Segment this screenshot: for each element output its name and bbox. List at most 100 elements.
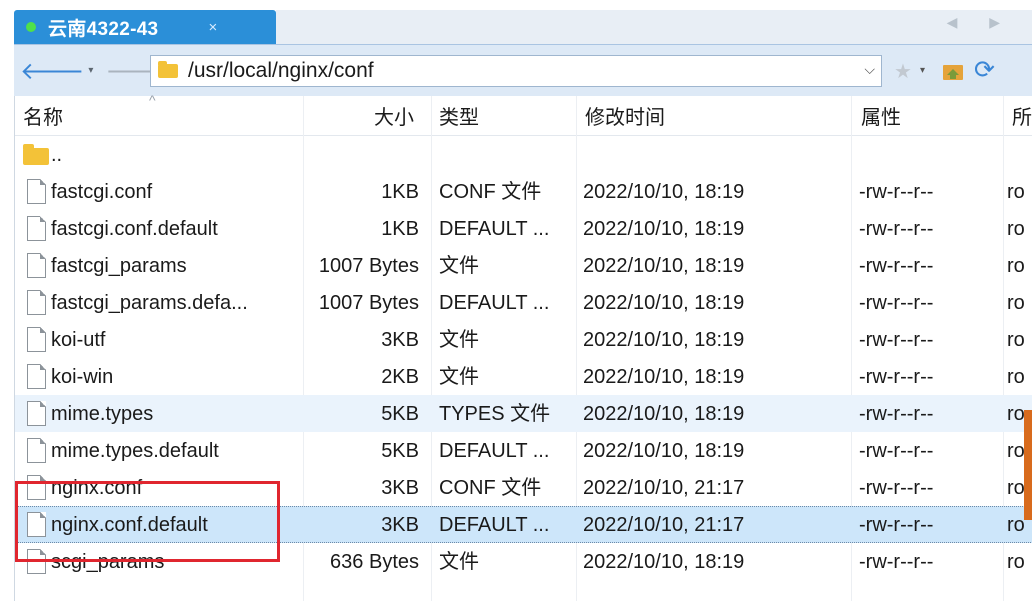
file-size: 3KB: [381, 477, 419, 499]
file-modified-time: 2022/10/10, 21:17: [583, 514, 745, 536]
column-header-owner[interactable]: 所: [1012, 96, 1032, 136]
file-row[interactable]: mime.types.default 5KB DEFAULT ... 2022/10/…: [15, 432, 1032, 469]
file-owner: ro: [1007, 181, 1025, 203]
file-icon: [27, 216, 46, 241]
file-name: nginx.conf: [51, 477, 143, 499]
file-modified-time: 2022/10/10, 21:17: [583, 477, 745, 499]
file-permissions: -rw-r--r--: [859, 218, 934, 240]
column-header-size[interactable]: 大小: [374, 96, 414, 136]
file-modified-time: 2022/10/10, 18:19: [583, 292, 745, 314]
column-header-modified[interactable]: 修改时间: [585, 96, 665, 136]
home-folder-icon[interactable]: [942, 61, 964, 81]
file-owner: ro: [1007, 551, 1025, 573]
refresh-icon[interactable]: ⟳: [974, 55, 995, 85]
column-header-type[interactable]: 类型: [439, 96, 479, 136]
file-icon: [27, 364, 46, 389]
path-bar[interactable]: ⌵: [150, 55, 882, 87]
file-modified-time: 2022/10/10, 18:19: [583, 403, 745, 425]
file-modified-time: 2022/10/10, 18:19: [583, 329, 745, 351]
file-size: 3KB: [381, 329, 419, 351]
file-type: CONF 文件: [439, 181, 542, 203]
sort-ascending-icon: ^: [149, 92, 156, 108]
file-row[interactable]: koi-win 2KB 文件 2022/10/10, 18:19 -rw-r--r-- r…: [15, 358, 1032, 395]
file-row[interactable]: koi-utf 3KB 文件 2022/10/10, 18:19 -rw-r--r-- r…: [15, 321, 1032, 358]
file-icon: [27, 549, 46, 574]
file-name: mime.types.default: [51, 440, 219, 462]
column-header-row: 名称 ^ 大小 类型 修改时间 属性 所: [15, 92, 1032, 136]
session-tab[interactable]: 云南4322-43 ×: [14, 10, 276, 44]
file-size: 1007 Bytes: [318, 292, 419, 314]
file-row[interactable]: mime.types 5KB TYPES 文件 2022/10/10, 18:19 -r…: [15, 395, 1032, 432]
file-modified-time: 2022/10/10, 18:19: [583, 366, 745, 388]
file-type: DEFAULT ...: [439, 218, 550, 240]
path-history-dropdown-icon[interactable]: ⌵: [864, 61, 875, 78]
file-owner: [1007, 136, 1032, 173]
file-name: koi-utf: [51, 329, 106, 351]
file-type: DEFAULT ...: [439, 292, 550, 314]
bookmark-chevron-icon[interactable]: ▾: [920, 65, 925, 76]
file-name: nginx.conf.default: [51, 514, 208, 536]
background-window-edge: [1024, 410, 1032, 520]
file-owner: ro: [1007, 255, 1025, 277]
file-name: koi-win: [51, 366, 114, 388]
file-type: TYPES 文件: [439, 403, 551, 425]
file-owner: ro: [1007, 292, 1025, 314]
file-icon: [27, 179, 46, 204]
column-header-name[interactable]: 名称: [23, 96, 63, 136]
file-permissions: -rw-r--r--: [859, 292, 934, 314]
file-row[interactable]: nginx.conf.default 3KB DEFAULT ... 2022/10/…: [15, 506, 1032, 543]
file-modified-time: 2022/10/10, 18:19: [583, 440, 745, 462]
file-row[interactable]: fastcgi_params 1007 Bytes 文件 2022/10/10, 18…: [15, 247, 1032, 284]
file-size: 5KB: [381, 403, 419, 425]
file-icon: [27, 475, 46, 500]
back-history-chevron-icon[interactable]: ▾: [88, 65, 93, 76]
file-modified-time: [583, 136, 845, 173]
path-input[interactable]: [188, 59, 828, 83]
bookmark-star-icon[interactable]: ★: [894, 59, 912, 84]
file-size: 636 Bytes: [330, 551, 419, 573]
file-type: 文件: [439, 255, 479, 277]
file-row[interactable]: scgi_params 636 Bytes 文件 2022/10/10, 18:19 -…: [15, 543, 1032, 580]
file-icon: [27, 327, 46, 352]
file-permissions: -rw-r--r--: [859, 514, 934, 536]
file-type: 文件: [439, 551, 479, 573]
file-permissions: -rw-r--r--: [859, 255, 934, 277]
file-type: 文件: [439, 329, 479, 351]
file-size: 1KB: [381, 181, 419, 203]
column-header-attrs[interactable]: 属性: [861, 96, 901, 136]
file-icon: [27, 253, 46, 278]
session-tab-title: 云南4322-43: [48, 18, 159, 40]
tab-scroll-arrows-icon[interactable]: ◀ ▶: [947, 14, 1014, 31]
file-permissions: -rw-r--r--: [859, 366, 934, 388]
tab-bar: 云南4322-43 × ◀ ▶: [0, 0, 1032, 44]
folder-icon: [23, 144, 49, 165]
file-owner: ro: [1007, 218, 1025, 240]
parent-folder-row[interactable]: ..: [15, 136, 1032, 173]
file-name: fastcgi_params: [51, 255, 187, 277]
file-row[interactable]: fastcgi_params.defa... 1007 Bytes DEFAULT …: [15, 284, 1032, 321]
file-list: 名称 ^ 大小 类型 修改时间 属性 所 .. fastcgi.conf 1KB CO…: [14, 92, 1032, 601]
file-icon: [27, 401, 46, 426]
file-name: fastcgi.conf: [51, 181, 153, 203]
file-icon: [27, 438, 46, 463]
file-row[interactable]: fastcgi.conf.default 1KB DEFAULT ... 2022/1…: [15, 210, 1032, 247]
file-row[interactable]: nginx.conf 3KB CONF 文件 2022/10/10, 21:17 -rw…: [15, 469, 1032, 506]
close-tab-icon[interactable]: ×: [208, 19, 217, 36]
file-icon: [27, 290, 46, 315]
file-permissions: [859, 136, 999, 173]
file-size: 3KB: [381, 514, 419, 536]
file-type: DEFAULT ...: [439, 440, 550, 462]
file-size: 1007 Bytes: [318, 255, 419, 277]
file-size: 5KB: [381, 440, 419, 462]
file-permissions: -rw-r--r--: [859, 477, 934, 499]
file-modified-time: 2022/10/10, 18:19: [583, 218, 745, 240]
file-row[interactable]: fastcgi.conf 1KB CONF 文件 2022/10/10, 18:19 -…: [15, 173, 1032, 210]
file-modified-time: 2022/10/10, 18:19: [583, 551, 745, 573]
file-permissions: -rw-r--r--: [859, 440, 934, 462]
file-size: 1KB: [381, 218, 419, 240]
file-type: CONF 文件: [439, 477, 542, 499]
back-arrow-icon[interactable]: 🡐: [20, 56, 84, 86]
file-type: DEFAULT ...: [439, 514, 550, 536]
file-size: 2KB: [381, 366, 419, 388]
file-type: 文件: [439, 366, 479, 388]
